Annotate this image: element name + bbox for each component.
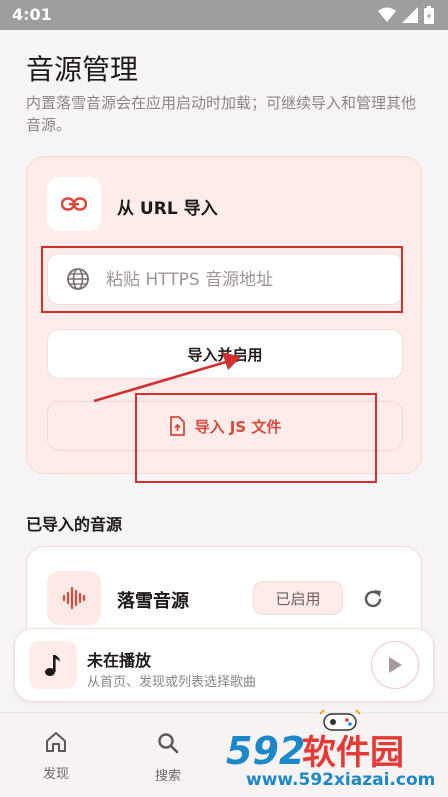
mini-player[interactable]: 未在播放 从首页、发现或列表选择歌曲 [14,628,434,702]
watermark: 592 软件园 www.592xiazai.com [222,709,448,796]
svg-text:软件园: 软件园 [302,733,404,772]
play-icon [389,657,402,673]
audio-wave-icon [62,586,86,610]
now-playing-title: 未在播放 [87,651,152,670]
music-note-icon [45,655,60,676]
svg-text:592: 592 [226,729,305,772]
home-icon [46,732,66,752]
imported-section-title: 已导入的音源 [26,515,123,534]
watermark-url: www.592xiazai.com [246,770,436,790]
watermark-logo: 592 软件园 [226,729,404,772]
nav-label-discover: 发现 [42,767,69,782]
now-playing-subtitle: 从首页、发现或列表选择歌曲 [87,675,257,690]
audio-wave-icon-box [47,571,101,625]
play-button[interactable] [371,641,419,689]
nav-item-search[interactable]: 搜索 [138,731,198,784]
music-note-icon-box [29,641,77,689]
nav-label-search: 搜索 [154,769,181,784]
enabled-toggle-button[interactable]: 已启用 [253,581,343,615]
nav-item-discover[interactable]: 发现 [26,731,86,782]
source-name: 落雪音源 [117,591,189,612]
refresh-icon[interactable] [361,587,385,611]
search-icon [158,733,179,754]
